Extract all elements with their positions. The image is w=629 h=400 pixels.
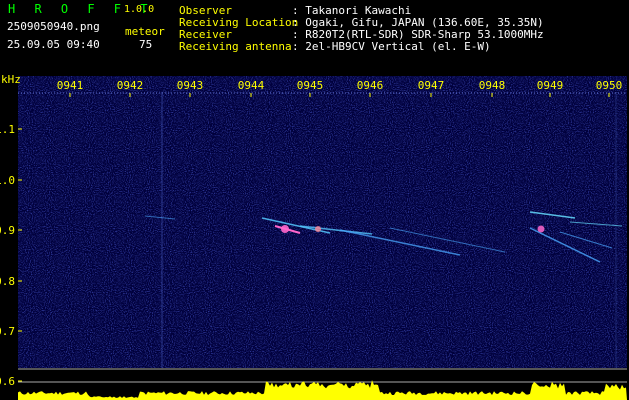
time-tick-label: 0948 bbox=[479, 79, 506, 92]
time-tick-label: 0944 bbox=[238, 79, 265, 92]
freq-tick-label: 0.8 bbox=[0, 275, 15, 288]
time-tick-label: 0943 bbox=[177, 79, 204, 92]
freq-tick-label: 1.0 bbox=[0, 174, 15, 187]
time-tick-label: 0949 bbox=[537, 79, 564, 92]
freq-tick-label: 0.6 bbox=[0, 375, 15, 388]
time-tick-label: 0945 bbox=[297, 79, 324, 92]
freq-unit-label: kHz bbox=[1, 73, 21, 86]
time-tick-label: 0941 bbox=[57, 79, 84, 92]
freq-tick-label: 0.7 bbox=[0, 325, 15, 338]
hrofft-window: H R O F F T 1.0.0 2509050940.png meteor … bbox=[0, 0, 629, 400]
meteor-head-echo bbox=[537, 225, 545, 233]
meteor-head-echo bbox=[315, 226, 321, 232]
time-tick-label: 0946 bbox=[357, 79, 384, 92]
time-tick-label: 0947 bbox=[418, 79, 445, 92]
meteor-head-echo bbox=[281, 225, 289, 233]
freq-tick-label: 1.1 bbox=[0, 123, 15, 136]
noise-texture bbox=[18, 76, 627, 368]
time-tick-label: 0942 bbox=[117, 79, 144, 92]
time-tick-label: 0950 bbox=[596, 79, 623, 92]
freq-tick-label: 0.9 bbox=[0, 224, 15, 237]
spectrogram: 0941 0942 0943 0944 0945 0946 0947 0948 0949 0950… bbox=[0, 76, 627, 400]
